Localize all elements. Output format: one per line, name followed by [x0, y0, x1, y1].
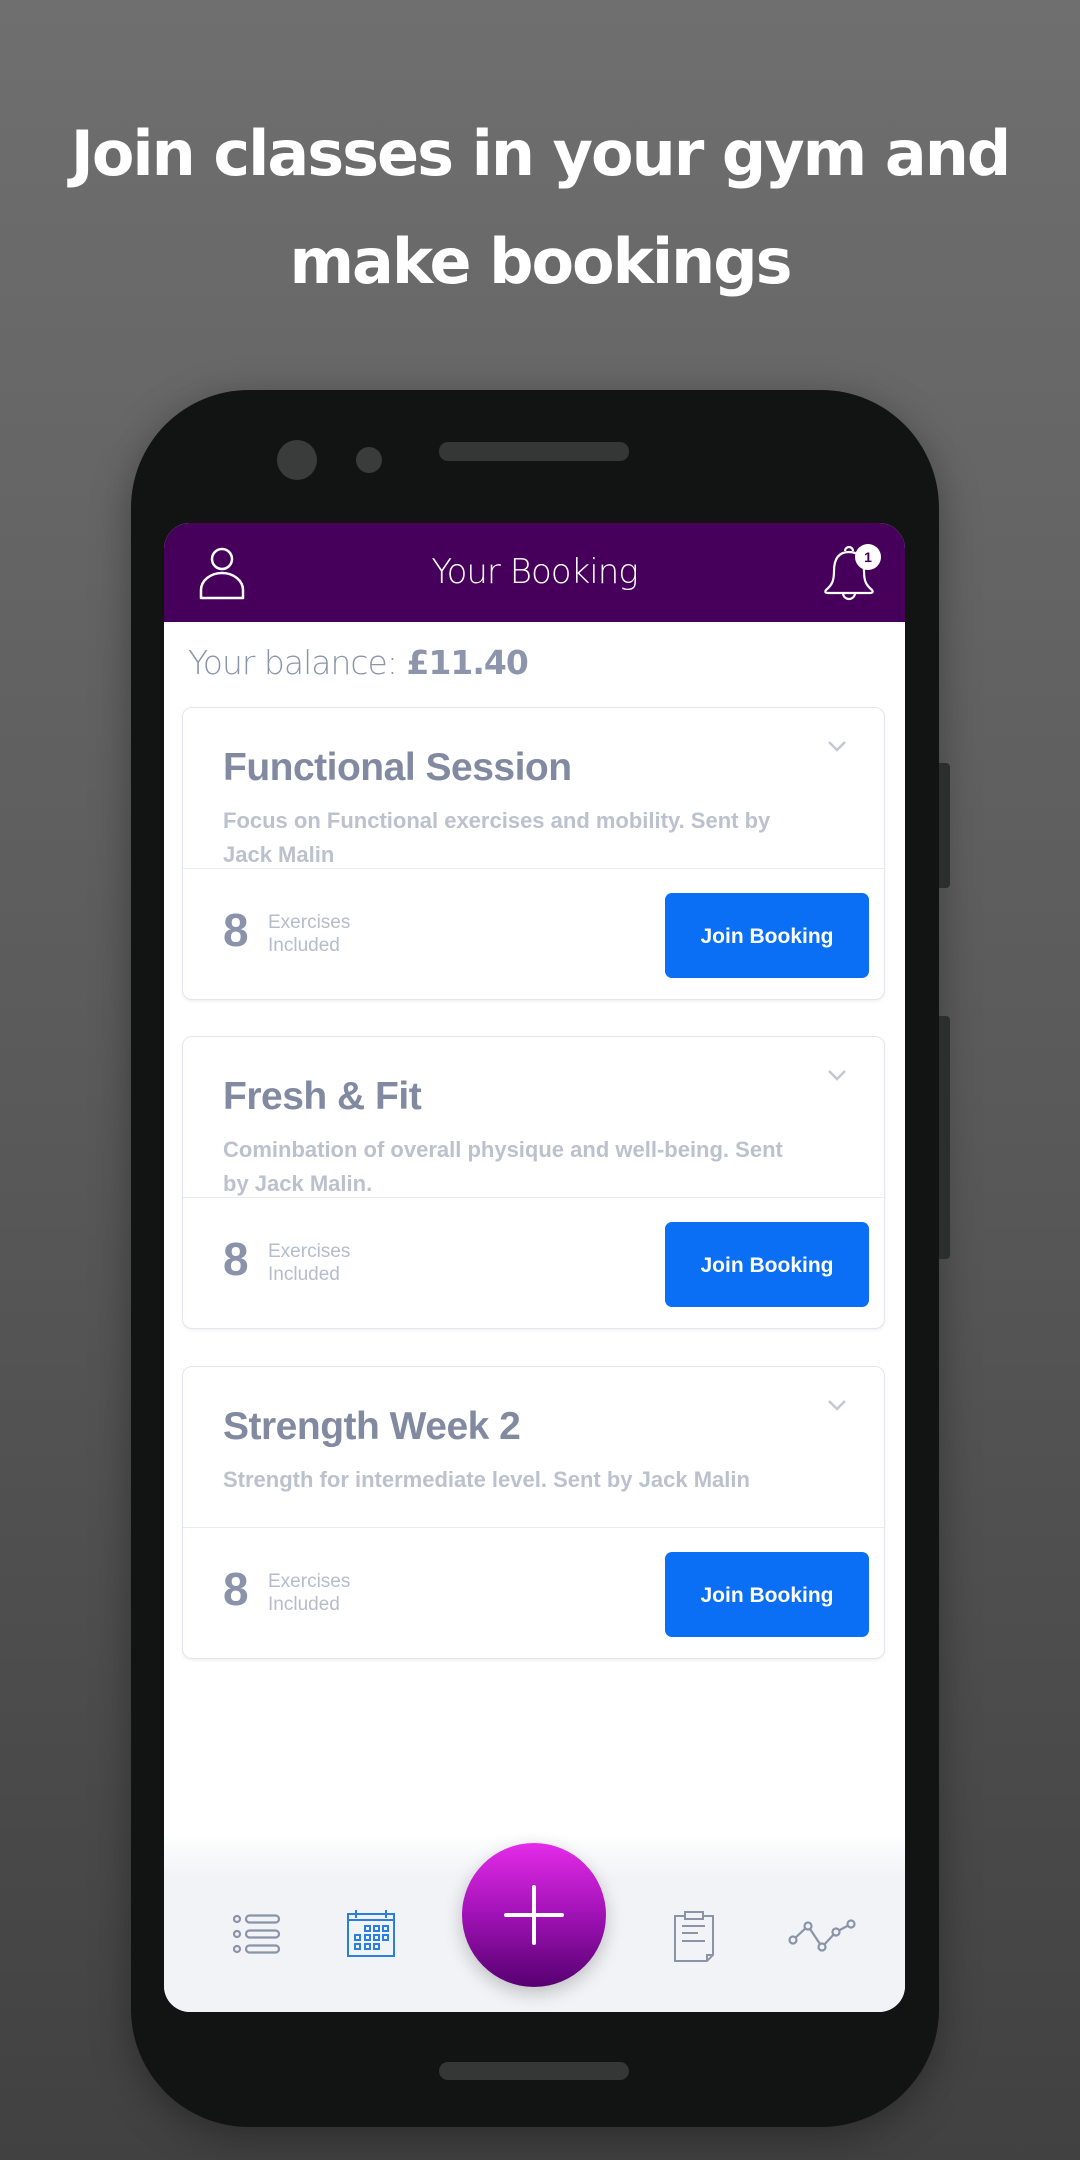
exercise-count: 8 [223, 1233, 249, 1285]
exercise-count-label-line-1: Exercises [268, 912, 351, 933]
promo-headline-line-2: make bookings [289, 225, 792, 298]
balance-amount: £11.40 [406, 643, 528, 682]
user-icon[interactable] [197, 546, 247, 600]
booking-card[interactable]: Fresh & Fit Cominbation of overall physi… [182, 1036, 885, 1329]
chevron-down-icon[interactable] [826, 739, 848, 753]
exercise-count-label: Exercises Included [268, 1240, 350, 1286]
balance: Your balance: £11.40 [188, 643, 529, 682]
chart-line-icon[interactable] [788, 1917, 858, 1953]
clipboard-icon[interactable] [674, 1911, 714, 1962]
join-booking-button[interactable]: Join Booking [665, 1552, 869, 1637]
phone-camera [277, 440, 317, 480]
booking-card[interactable]: Functional Session Focus on Functional e… [182, 707, 885, 1000]
booking-title: Fresh & Fit [223, 1075, 422, 1118]
booking-description: Strength for intermediate level. Sent by… [223, 1467, 750, 1492]
add-fab-button[interactable] [462, 1843, 606, 1987]
promo-headline-line-1: Join classes in your gym and [70, 117, 1011, 190]
balance-label: Your balance: [188, 643, 398, 682]
app-screen: Your Booking 1 Your balance: £11.40 Func… [164, 523, 905, 2012]
phone-earpiece [439, 442, 629, 461]
join-booking-button[interactable]: Join Booking [665, 1222, 869, 1307]
exercise-count: 8 [223, 1563, 249, 1615]
booking-title: Strength Week 2 [223, 1405, 521, 1448]
notification-badge: 1 [855, 544, 881, 570]
chevron-down-icon[interactable] [826, 1068, 848, 1082]
phone-volume-button [939, 1016, 950, 1259]
exercise-count-label-line-2: Included [268, 935, 340, 956]
booking-title: Functional Session [223, 746, 572, 789]
booking-description: Focus on Functional exercises and mobili… [223, 808, 771, 867]
card-divider [183, 868, 884, 869]
exercise-count-label-line-1: Exercises [268, 1241, 351, 1262]
exercise-count-label-line-1: Exercises [268, 1571, 351, 1592]
chevron-down-icon[interactable] [826, 1398, 848, 1412]
app-bar: Your Booking 1 [164, 523, 905, 622]
phone-sensor [356, 447, 382, 473]
card-divider [183, 1527, 884, 1528]
page-title: Your Booking [431, 552, 638, 592]
booking-card[interactable]: Strength Week 2 Strength for intermediat… [182, 1366, 885, 1659]
list-icon[interactable] [233, 1914, 281, 1954]
plus-icon [504, 1885, 564, 1945]
exercise-count-label-line-2: Included [268, 1594, 340, 1615]
exercise-count-label: Exercises Included [268, 1570, 350, 1616]
booking-description: Cominbation of overall physique and well… [223, 1137, 783, 1196]
exercise-count: 8 [223, 904, 249, 956]
exercise-count-label: Exercises Included [268, 911, 350, 957]
calendar-icon[interactable] [347, 1909, 395, 1957]
phone-bottom-speaker [439, 2062, 629, 2080]
card-divider [183, 1197, 884, 1198]
phone-power-button [939, 763, 950, 888]
exercise-count-label-line-2: Included [268, 1264, 340, 1285]
join-booking-button[interactable]: Join Booking [665, 893, 869, 978]
promo-headline: Join classes in your gym and make bookin… [0, 100, 1080, 316]
